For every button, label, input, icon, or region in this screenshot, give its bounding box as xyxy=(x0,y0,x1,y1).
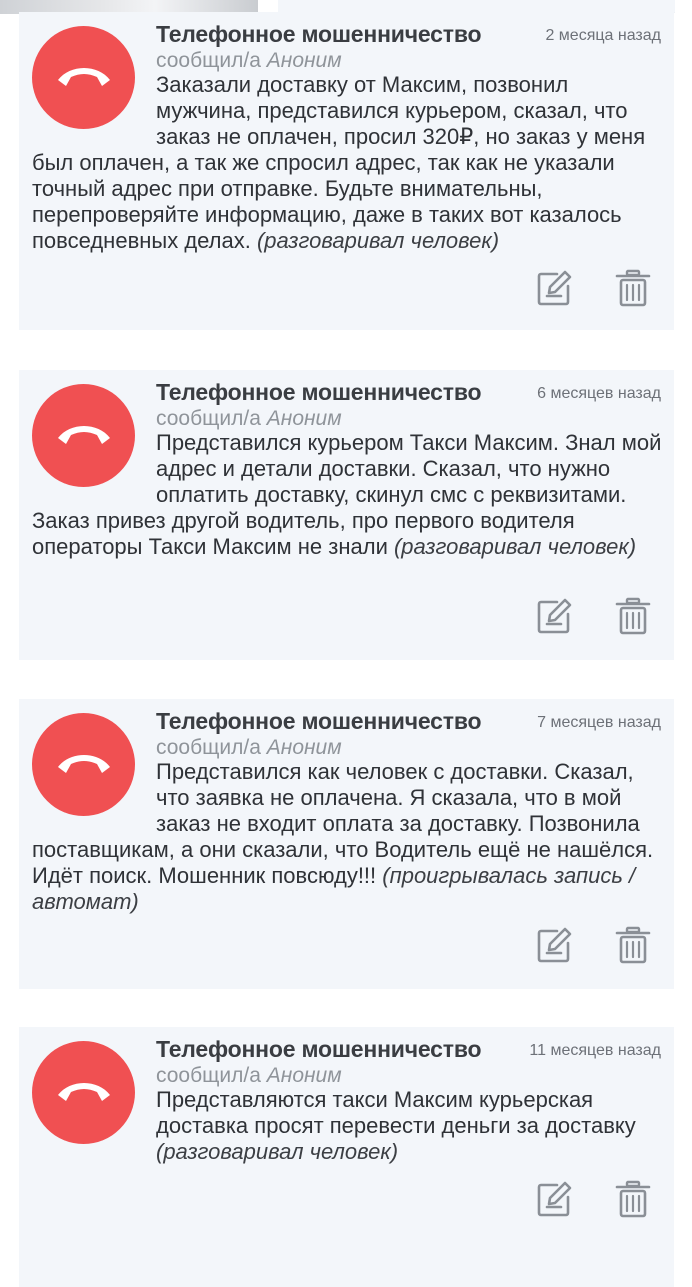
edit-button[interactable] xyxy=(534,1179,574,1219)
delete-button[interactable] xyxy=(613,925,653,965)
reporter-name: Аноним xyxy=(266,407,342,430)
report-text: Представился как человек с доставки. Ска… xyxy=(32,759,664,915)
reported-by-label: сообщил/а xyxy=(156,1064,261,1087)
edit-button[interactable] xyxy=(534,596,574,636)
edit-button[interactable] xyxy=(534,925,574,965)
call-type-note: (разговаривал человек) xyxy=(256,228,500,253)
report-category: Телефонное мошенничество xyxy=(156,1036,482,1062)
report-text: Представляются такси Максим курьерская д… xyxy=(32,1087,664,1165)
reported-by-label: сообщил/а xyxy=(156,736,261,759)
report-time-ago: 11 месяцев назад xyxy=(529,1042,661,1059)
report-author: сообщил/а Аноним xyxy=(156,407,342,431)
reported-by-label: сообщил/а xyxy=(156,407,261,430)
report-card: Телефонное мошенничество 7 месяцев назад… xyxy=(19,699,674,989)
edit-button[interactable] xyxy=(534,268,574,308)
report-card: Телефонное мошенничество 11 месяцев наза… xyxy=(19,1027,674,1287)
trash-icon xyxy=(615,597,651,635)
report-category: Телефонное мошенничество xyxy=(156,21,482,47)
call-type-note: (разговаривал человек) xyxy=(156,1139,399,1164)
report-time-ago: 2 месяца назад xyxy=(545,27,661,44)
report-category: Телефонное мошенничество xyxy=(156,379,482,405)
report-author: сообщил/а Аноним xyxy=(156,736,342,760)
report-text: Заказали доставку от Максим, позвонил му… xyxy=(32,72,664,254)
reporter-name: Аноним xyxy=(266,736,342,759)
report-author: сообщил/а Аноним xyxy=(156,49,342,73)
report-time-ago: 6 месяцев назад xyxy=(537,385,661,402)
report-time-ago: 7 месяцев назад xyxy=(537,714,661,731)
edit-icon xyxy=(537,927,572,963)
edit-icon xyxy=(537,270,572,306)
trash-icon xyxy=(615,926,651,964)
report-card: Телефонное мошенничество 6 месяцев назад… xyxy=(19,370,674,660)
edit-icon xyxy=(537,598,572,634)
delete-button[interactable] xyxy=(613,268,653,308)
delete-button[interactable] xyxy=(613,596,653,636)
reporter-name: Аноним xyxy=(266,49,342,72)
edit-icon xyxy=(537,1181,572,1217)
call-type-note: (разговаривал человек) xyxy=(393,534,637,559)
report-author: сообщил/а Аноним xyxy=(156,1064,342,1088)
report-description: Представляются такси Максим курьерская д… xyxy=(156,1087,636,1138)
reported-by-label: сообщил/а xyxy=(156,49,261,72)
report-category: Телефонное мошенничество xyxy=(156,708,482,734)
reporter-name: Аноним xyxy=(266,1064,342,1087)
trash-icon xyxy=(615,1180,651,1218)
delete-button[interactable] xyxy=(613,1179,653,1219)
trash-icon xyxy=(615,269,651,307)
report-card: Телефонное мошенничество 2 месяца назад … xyxy=(19,12,674,330)
report-text: Представился курьером Такси Максим. Знал… xyxy=(32,430,664,560)
